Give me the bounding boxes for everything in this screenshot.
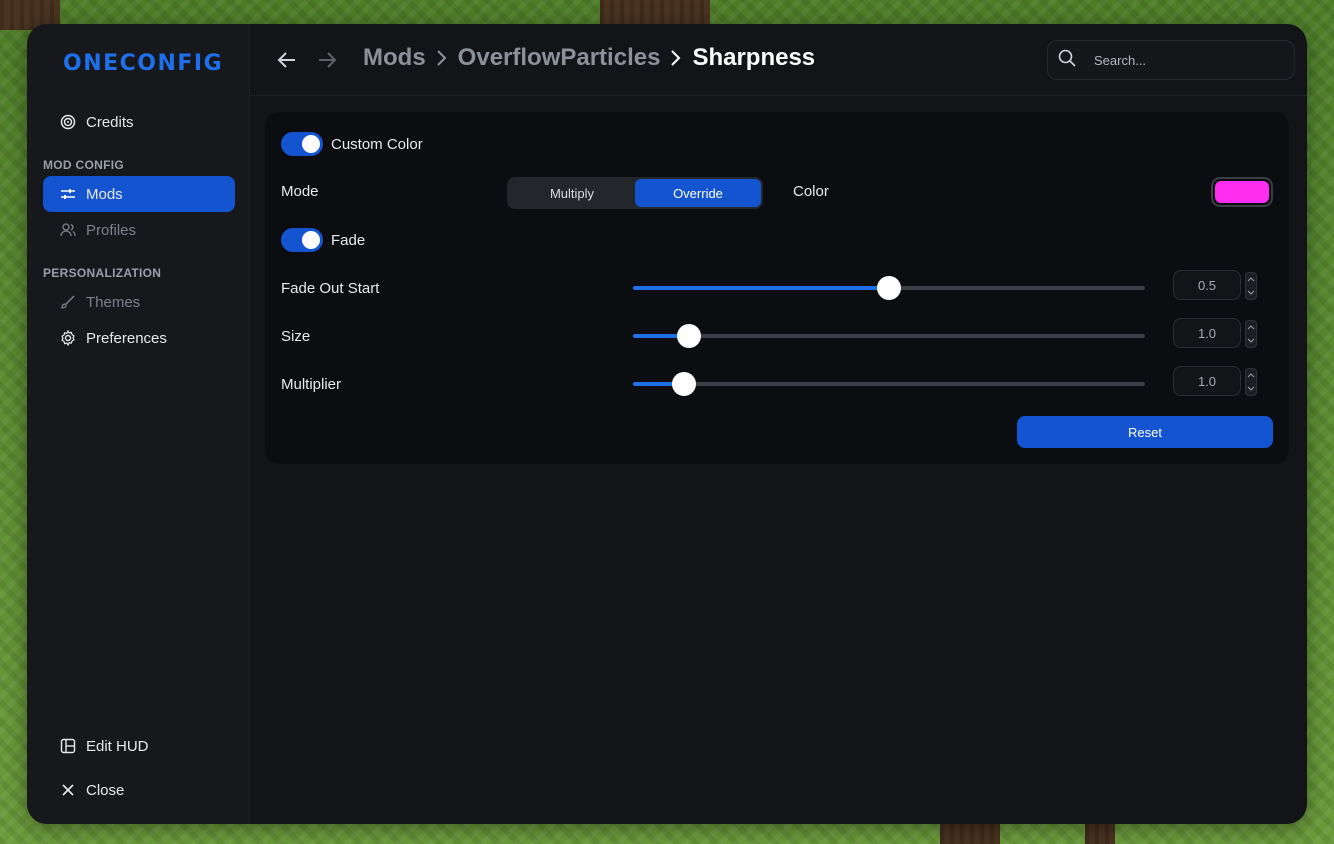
sidebar-item-label: Credits <box>86 113 134 131</box>
slider-thumb[interactable] <box>672 372 697 396</box>
edit-hud-button[interactable]: Edit HUD <box>43 728 235 764</box>
fade-out-start-input[interactable]: 0.5 <box>1173 270 1241 300</box>
chevron-down-icon <box>1247 386 1255 391</box>
mode-option-multiply[interactable]: Multiply <box>509 179 635 207</box>
toggle-knob <box>302 231 320 249</box>
color-picker-swatch[interactable] <box>1211 177 1273 207</box>
multiplier-label: Multiplier <box>281 376 342 393</box>
users-icon <box>60 222 76 238</box>
edit-hud-label: Edit HUD <box>86 737 149 755</box>
fade-out-start-slider[interactable] <box>633 276 1145 300</box>
mode-option-override[interactable]: Override <box>635 179 761 207</box>
chevron-up-icon <box>1247 325 1255 330</box>
fade-toggle[interactable] <box>281 228 323 252</box>
top-bar: Mods OverflowParticles Sharpness <box>250 24 1307 96</box>
search-icon <box>1058 49 1076 72</box>
gear-icon <box>60 330 76 346</box>
layout-icon <box>60 738 76 754</box>
sidebar-item-label: Profiles <box>86 221 137 239</box>
fade-out-start-label: Fade Out Start <box>281 280 380 297</box>
chevron-right-icon <box>670 48 682 68</box>
back-button[interactable] <box>276 48 298 72</box>
chevron-down-icon <box>1247 338 1255 343</box>
brush-icon <box>60 294 76 310</box>
slider-thumb[interactable] <box>677 324 702 348</box>
sliders-icon <box>60 186 76 202</box>
sidebar-item-label: Themes <box>86 293 141 311</box>
slider-fill <box>633 286 889 290</box>
chevron-up-icon <box>1247 277 1255 282</box>
toggle-knob <box>302 135 320 153</box>
close-button[interactable]: Close <box>43 772 235 808</box>
sidebar-item-label: Mods <box>86 185 123 203</box>
close-label: Close <box>86 781 125 799</box>
fade-out-start-stepper[interactable] <box>1245 272 1257 300</box>
sidebar-item-credits[interactable]: Credits <box>43 104 235 140</box>
search-input[interactable] <box>1094 52 1274 68</box>
config-window: ONECONFIG Credits MOD CONFIG Mods Profil… <box>27 24 1307 824</box>
sidebar-item-mods[interactable]: Mods <box>43 176 235 212</box>
target-icon <box>60 114 76 130</box>
multiplier-stepper[interactable] <box>1245 368 1257 396</box>
section-label-mod-config: MOD CONFIG <box>43 158 124 172</box>
multiplier-slider[interactable] <box>633 372 1145 396</box>
chevron-right-icon <box>436 48 448 68</box>
sidebar-item-profiles[interactable]: Profiles <box>43 212 235 248</box>
color-label: Color <box>793 183 829 200</box>
size-slider[interactable] <box>633 324 1145 348</box>
sidebar-item-label: Preferences <box>86 329 167 347</box>
tree-trunk <box>940 824 1000 844</box>
reset-button[interactable]: Reset <box>1017 416 1273 448</box>
sidebar-item-preferences[interactable]: Preferences <box>43 320 235 356</box>
multiplier-input[interactable]: 1.0 <box>1173 366 1241 396</box>
mode-selector: Multiply Override <box>507 177 763 209</box>
custom-color-label: Custom Color <box>331 136 423 153</box>
chevron-down-icon <box>1247 290 1255 295</box>
arrow-right-icon <box>319 52 337 68</box>
breadcrumb-item-current: Sharpness <box>692 44 816 71</box>
breadcrumb-item-overflowparticles[interactable]: OverflowParticles <box>458 44 661 72</box>
search-box[interactable] <box>1047 40 1295 80</box>
size-label: Size <box>281 328 311 345</box>
chevron-up-icon <box>1247 373 1255 378</box>
fade-label: Fade <box>331 232 366 249</box>
custom-color-toggle[interactable] <box>281 132 323 156</box>
mode-label: Mode <box>281 183 319 200</box>
tree-trunk <box>1085 824 1115 844</box>
sidebar: ONECONFIG Credits MOD CONFIG Mods Profil… <box>27 24 250 824</box>
breadcrumb-item-mods[interactable]: Mods <box>363 44 426 72</box>
close-icon <box>60 782 76 798</box>
slider-thumb[interactable] <box>877 276 901 300</box>
settings-panel: Custom Color Mode Multiply Override Colo… <box>265 112 1289 464</box>
color-swatch-fill <box>1215 181 1269 203</box>
sidebar-item-themes[interactable]: Themes <box>43 284 235 320</box>
tree-trunk <box>600 0 710 24</box>
size-input[interactable]: 1.0 <box>1173 318 1241 348</box>
breadcrumb: Mods OverflowParticles Sharpness <box>363 44 815 72</box>
forward-button[interactable] <box>316 48 338 72</box>
size-stepper[interactable] <box>1245 320 1257 348</box>
section-label-personalization: PERSONALIZATION <box>43 266 162 280</box>
arrow-left-icon <box>277 52 295 68</box>
oneconfig-logo: ONECONFIG <box>63 51 224 76</box>
